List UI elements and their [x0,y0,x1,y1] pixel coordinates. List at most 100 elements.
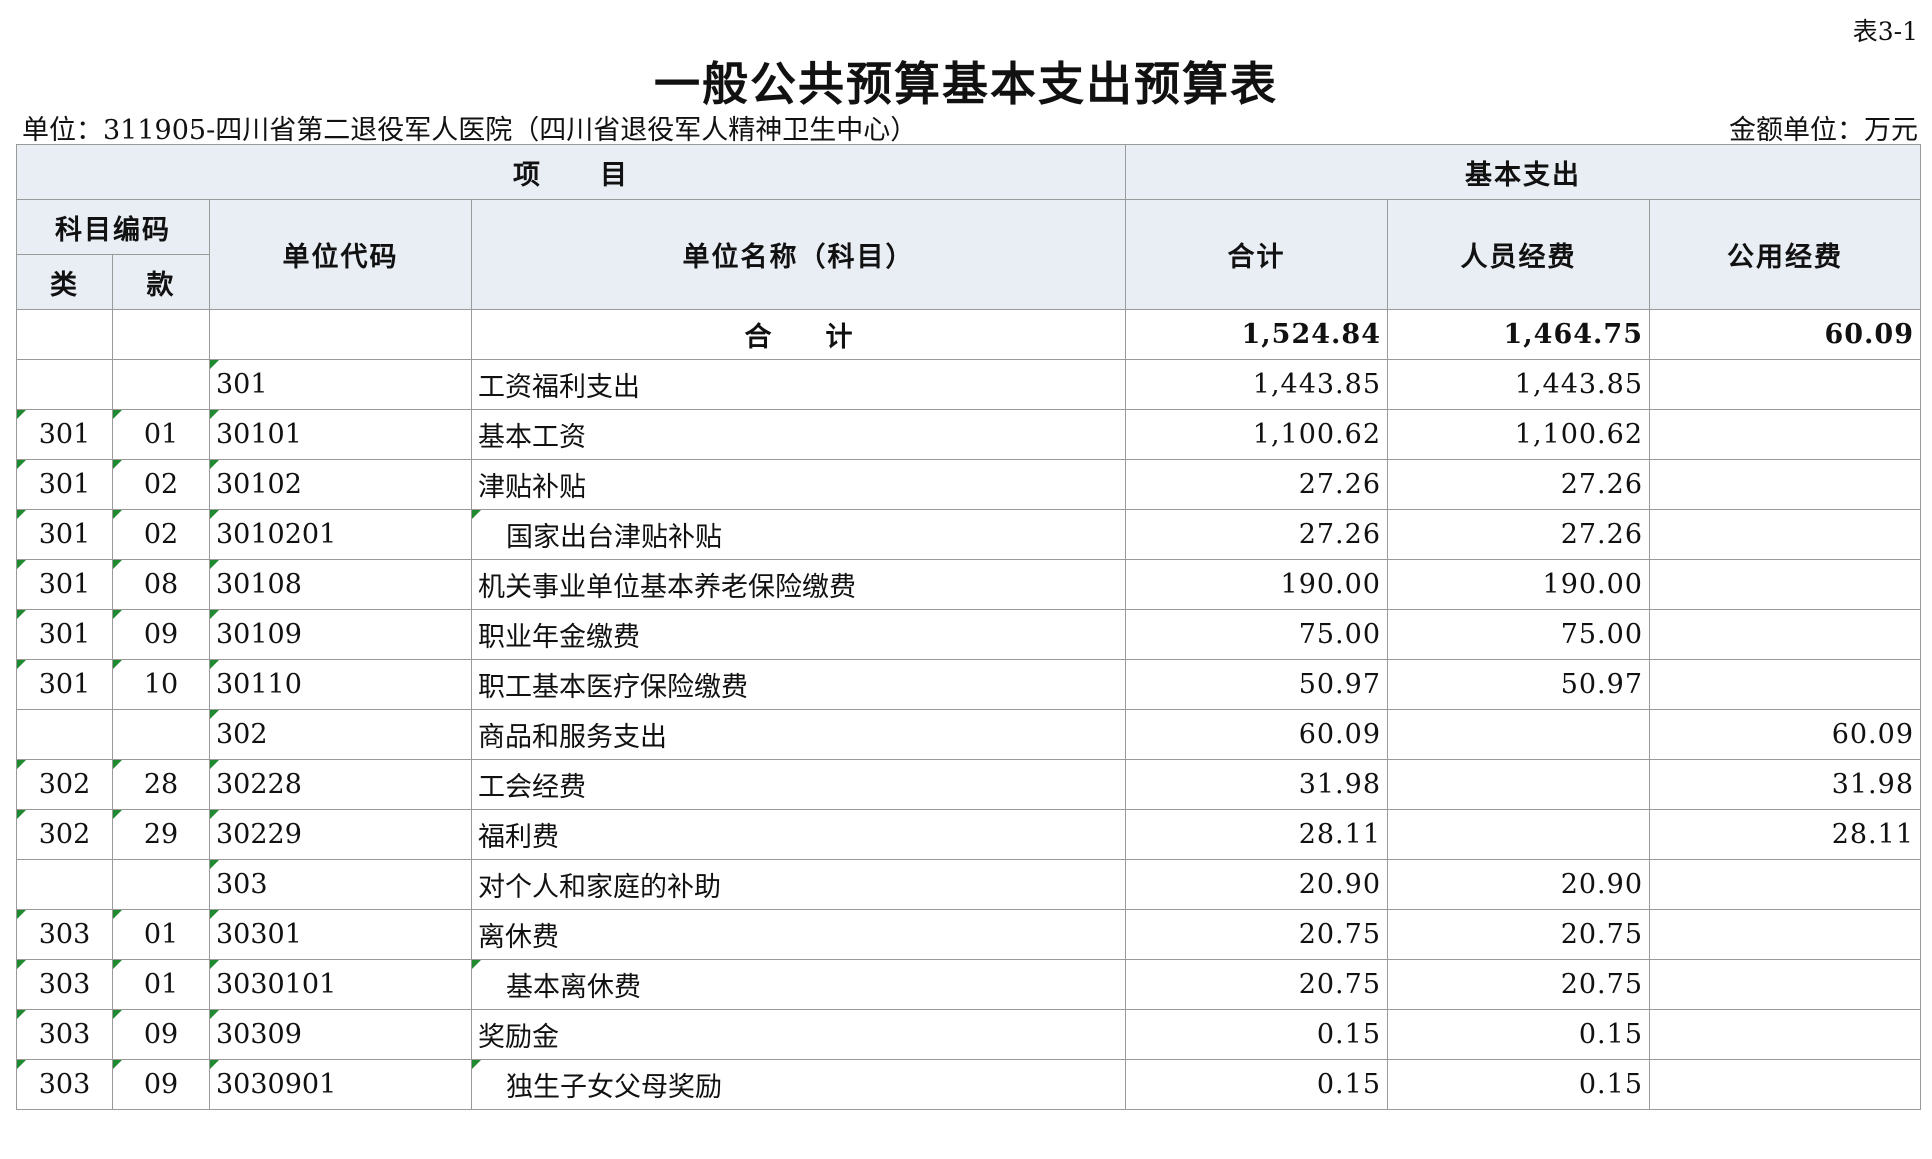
comment-marker-icon [210,510,219,519]
currency-unit-label: 金额单位：万元 [1729,115,1918,146]
cell-section [112,709,210,760]
cell-section: 29 [112,809,210,860]
cell-unit-code: 3010201 [209,509,472,560]
cell-public: 28.11 [1649,809,1921,860]
budget-table: 项 目 基本支出 科目编码 单位代码 单位名称（科目） 合计 人员经费 公用经费… [16,144,1921,1110]
comment-marker-icon [113,510,122,519]
cell-unit-name-text: 离休费 [478,922,559,953]
cell-section-text: 28 [143,769,179,800]
cell-category: 301 [16,559,113,610]
cell-public [1649,1059,1921,1110]
header-public: 公用经费 [1649,199,1921,310]
cell-personnel: 0.15 [1387,1059,1650,1110]
comment-marker-icon [210,560,219,569]
comment-marker-icon [210,910,219,919]
cell-section [112,359,210,410]
header-total: 合计 [1125,199,1388,310]
comment-marker-icon [17,960,26,969]
cell-total: 28.11 [1125,809,1388,860]
cell-section-text: 09 [143,619,179,650]
table-body: 合 计 1,524.84 1,464.75 60.09 301 工资福利支出 1,4… [16,309,1921,1110]
cell-category-text: 301 [38,519,91,550]
table-row: 303 对个人和家庭的补助 20.90 20.90 [16,859,1921,910]
cell-unit-code: 301 [209,359,472,410]
table-row: 302 28 30228 工会经费 31.98 31.98 [16,759,1921,810]
comment-marker-icon [17,1010,26,1019]
comment-marker-icon [17,760,26,769]
total-public: 60.09 [1649,309,1921,360]
table-header: 项 目 基本支出 科目编码 单位代码 单位名称（科目） 合计 人员经费 公用经费… [16,144,1921,310]
cell-personnel-text: 0.15 [1578,1069,1643,1100]
comment-marker-icon [210,460,219,469]
cell-public: 60.09 [1649,709,1921,760]
cell-total: 27.26 [1125,459,1388,510]
cell-public [1649,959,1921,1010]
cell-unit-name: 工会经费 [471,759,1126,810]
cell-section-text: 09 [143,1069,179,1100]
cell-unit-name: 工资福利支出 [471,359,1126,410]
cell-total-text: 50.97 [1298,669,1381,700]
comment-marker-icon [210,1060,219,1069]
comment-marker-icon [210,960,219,969]
cell-unit-code-text: 3030101 [216,969,337,1000]
comment-marker-icon [17,560,26,569]
cell-unit-code-text: 30109 [216,619,302,650]
cell-total-text: 1,443.85 [1252,369,1381,400]
cell-total: 0.15 [1125,1059,1388,1110]
cell-unit-name: 福利费 [471,809,1126,860]
cell-category: 301 [16,609,113,660]
cell-unit-code: 30301 [209,909,472,960]
cell-personnel-text: 1,443.85 [1514,369,1643,400]
cell-unit-code-text: 30101 [216,419,302,450]
table-row: 302 商品和服务支出 60.09 60.09 [16,709,1921,760]
cell-unit-name: 国家出台津贴补贴 [471,509,1126,560]
cell-category: 303 [16,909,113,960]
cell-total: 31.98 [1125,759,1388,810]
cell-unit-code-text: 30108 [216,569,302,600]
comment-marker-icon [472,960,481,969]
cell-personnel-text: 1,100.62 [1514,419,1643,450]
cell-unit-name: 奖励金 [471,1009,1126,1060]
cell-personnel [1387,759,1650,810]
cell-personnel-text: 20.75 [1560,919,1643,950]
comment-marker-icon [113,1010,122,1019]
table-number: 表3-1 [1852,17,1918,46]
cell-unit-code: 3030901 [209,1059,472,1110]
cell-unit-code-text: 3030901 [216,1069,337,1100]
cell-section-text: 02 [143,469,179,500]
cell-personnel-text: 75.00 [1560,619,1643,650]
comment-marker-icon [17,660,26,669]
cell-public-text: 28.11 [1831,819,1914,850]
cell-unit-name-text: 商品和服务支出 [478,722,667,753]
table-row: 301 01 30101 基本工资 1,100.62 1,100.62 [16,409,1921,460]
comment-marker-icon [210,710,219,719]
cell-unit-name: 基本工资 [471,409,1126,460]
table-row: 301 02 3010201 国家出台津贴补贴 27.26 27.26 [16,509,1921,560]
cell-unit-code-text: 30102 [216,469,302,500]
cell-unit-code-text: 3010201 [216,519,337,550]
cell-public [1649,409,1921,460]
total-sum: 1,524.84 [1125,309,1388,360]
cell-personnel-text: 50.97 [1560,669,1643,700]
cell-category-text: 303 [38,1019,91,1050]
cell-public [1649,509,1921,560]
cell-unit-name: 职工基本医疗保险缴费 [471,659,1126,710]
comment-marker-icon [113,1060,122,1069]
cell-personnel: 1,443.85 [1387,359,1650,410]
cell-unit-code: 30101 [209,409,472,460]
cell-personnel-text: 20.90 [1560,869,1643,900]
cell-unit-name-text: 职业年金缴费 [478,622,640,653]
cell-total: 20.90 [1125,859,1388,910]
cell-total-text: 190.00 [1280,569,1381,600]
cell-public [1649,859,1921,910]
cell-section: 09 [112,1059,210,1110]
cell-category-text: 301 [38,569,91,600]
cell-category-text: 301 [38,469,91,500]
cell-section-text: 08 [143,569,179,600]
cell-personnel: 50.97 [1387,659,1650,710]
cell-public [1649,609,1921,660]
comment-marker-icon [113,910,122,919]
table-row: 303 09 3030901 独生子女父母奖励 0.15 0.15 [16,1059,1921,1110]
cell-category: 303 [16,959,113,1010]
cell-section: 01 [112,409,210,460]
